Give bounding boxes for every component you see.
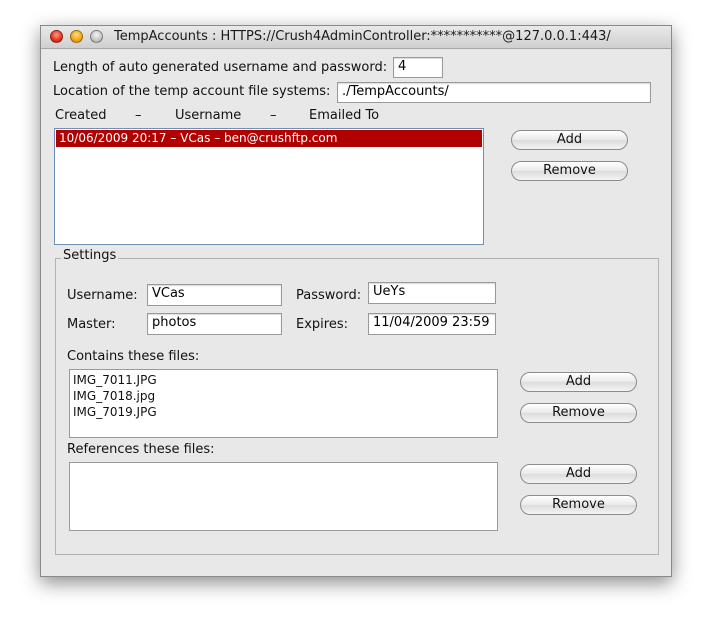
zoom-window-icon[interactable]: [90, 30, 103, 43]
header-separator: –: [135, 108, 142, 123]
header-emailed-to: Emailed To: [309, 108, 380, 123]
contains-files-label: Contains these files:: [67, 349, 200, 364]
master-field[interactable]: photos: [147, 313, 282, 335]
minimize-window-icon[interactable]: [70, 30, 83, 43]
length-field[interactable]: 4: [393, 57, 443, 78]
master-label: Master:: [67, 317, 116, 332]
password-field[interactable]: UeYs: [368, 282, 496, 304]
username-field[interactable]: VCas: [147, 284, 282, 306]
references-files-list[interactable]: [69, 462, 498, 531]
title-bar[interactable]: TempAccounts : HTTPS://Crush4AdminContro…: [41, 26, 671, 49]
header-username: Username: [175, 108, 242, 123]
temp-accounts-window: TempAccounts : HTTPS://Crush4AdminContro…: [40, 25, 672, 577]
header-separator: –: [270, 108, 277, 123]
file-item[interactable]: IMG_7019.JPG: [73, 404, 157, 420]
header-created: Created: [55, 108, 107, 123]
length-label: Length of auto generated username and pa…: [53, 60, 388, 75]
password-label: Password:: [296, 288, 362, 303]
location-label: Location of the temp account file system…: [53, 84, 331, 99]
close-window-icon[interactable]: [50, 30, 63, 43]
settings-legend: Settings: [61, 248, 119, 263]
expires-label: Expires:: [296, 317, 348, 332]
account-row-selected[interactable]: 10/06/2009 20:17 – VCas – ben@crushftp.c…: [56, 130, 482, 147]
remove-contains-file-button[interactable]: Remove: [520, 403, 637, 423]
accounts-list[interactable]: 10/06/2009 20:17 – VCas – ben@crushftp.c…: [54, 128, 484, 245]
add-account-button[interactable]: Add: [511, 130, 628, 150]
references-files-label: References these files:: [67, 442, 215, 457]
file-item[interactable]: IMG_7018.jpg: [73, 388, 155, 404]
add-contains-file-button[interactable]: Add: [520, 372, 637, 392]
remove-reference-file-button[interactable]: Remove: [520, 495, 637, 515]
location-field[interactable]: ./TempAccounts/: [337, 82, 651, 103]
remove-account-button[interactable]: Remove: [511, 161, 628, 181]
window-title: TempAccounts : HTTPS://Crush4AdminContro…: [114, 29, 611, 44]
username-label: Username:: [67, 288, 138, 303]
file-item[interactable]: IMG_7011.JPG: [73, 372, 157, 388]
contains-files-list[interactable]: IMG_7011.JPG IMG_7018.jpg IMG_7019.JPG: [69, 369, 498, 438]
add-reference-file-button[interactable]: Add: [520, 464, 637, 484]
expires-field[interactable]: 11/04/2009 23:59: [368, 313, 496, 335]
